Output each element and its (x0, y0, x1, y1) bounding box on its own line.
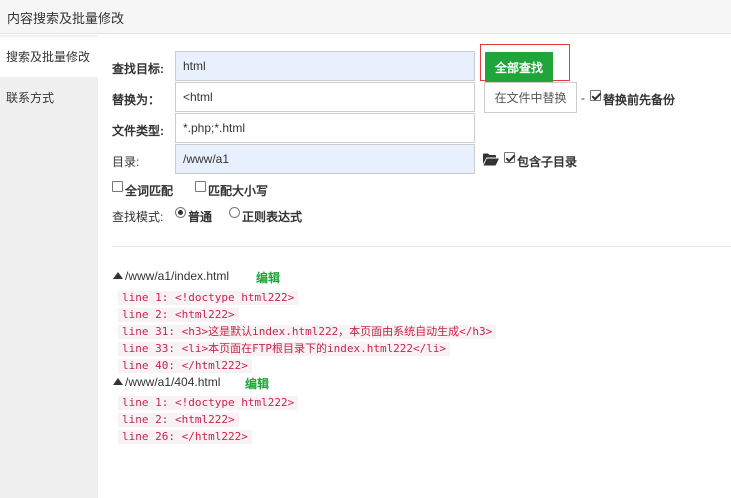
mode-normal-radio[interactable] (175, 207, 186, 218)
title-bar: 内容搜索及批量修改 (0, 0, 731, 34)
page-title: 内容搜索及批量修改 (7, 11, 125, 26)
include-subdir-label: 包含子目录 (517, 155, 578, 169)
backup-checkbox[interactable] (590, 90, 601, 101)
collapse-triangle-icon (113, 378, 123, 385)
result-line: line 33: <li>本页面在FTP根目录下的index.html222</… (118, 342, 451, 356)
collapse-triangle-icon (113, 272, 123, 279)
replace-with-label: 替换为： (112, 93, 161, 107)
replace-with-input[interactable] (175, 82, 475, 112)
result-file-header[interactable]: /www/a1/index.html (113, 269, 229, 283)
whole-word-checkbox[interactable] (112, 181, 123, 192)
directory-input[interactable] (175, 144, 475, 174)
edit-link[interactable]: 编辑 (245, 375, 269, 392)
file-type-input[interactable] (175, 113, 475, 143)
mode-regex-label: 正则表达式 (242, 210, 303, 224)
edit-link[interactable]: 编辑 (256, 269, 280, 286)
dash-separator: - (581, 91, 585, 105)
backup-label: 替换前先备份 (603, 93, 676, 107)
result-line: line 2: <html222> (118, 308, 239, 322)
replace-in-file-button[interactable]: 在文件中替换 (484, 82, 577, 113)
sidebar-item-contact[interactable]: 联系方式 (0, 78, 98, 118)
whole-word-label: 全词匹配 (125, 184, 174, 198)
result-line: line 26: </html222> (118, 430, 252, 444)
search-target-input[interactable] (175, 51, 475, 81)
result-line: line 40: </html222> (118, 359, 252, 373)
match-case-label: 匹配大小写 (208, 184, 269, 198)
include-subdir-checkbox[interactable] (504, 152, 515, 163)
result-line: line 1: <!doctype html222> (118, 396, 299, 410)
search-mode-label: 查找模式: (112, 210, 164, 224)
mode-regex-radio[interactable] (229, 207, 240, 218)
result-file-header[interactable]: /www/a1/404.html (113, 375, 220, 389)
mode-normal-label: 普通 (188, 210, 213, 224)
match-case-checkbox[interactable] (195, 181, 206, 192)
result-line: line 31: <h3>这是默认index.html222，本页面由系统自动生… (118, 325, 497, 339)
sidebar: 搜索及批量修改 联系方式 (0, 35, 98, 498)
result-line: line 2: <html222> (118, 413, 239, 427)
result-line: line 1: <!doctype html222> (118, 291, 299, 305)
directory-label: 目录: (112, 155, 140, 169)
search-all-button[interactable]: 全部查找 (485, 52, 553, 82)
result-file-path: /www/a1/index.html (125, 269, 230, 283)
result-file-path: /www/a1/404.html (125, 375, 221, 389)
sidebar-item-search-replace[interactable]: 搜索及批量修改 (0, 37, 98, 77)
folder-open-icon[interactable] (483, 153, 499, 169)
search-target-label: 查找目标: (112, 62, 164, 76)
divider (112, 246, 731, 247)
file-type-label: 文件类型: (112, 124, 164, 138)
